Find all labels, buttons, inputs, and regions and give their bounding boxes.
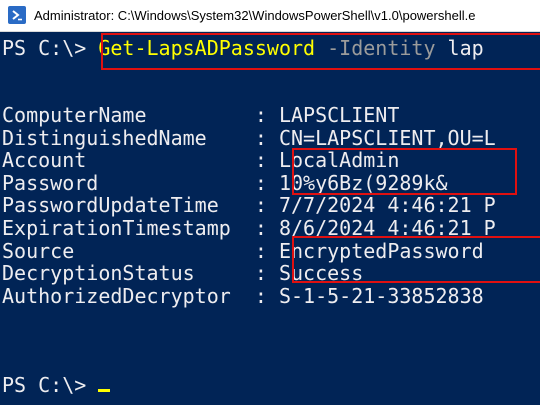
prompt: PS C:\> — [2, 373, 99, 397]
console-output[interactable]: PS C:\> Get-LapsADPassword -Identity lap… — [0, 33, 540, 405]
output-row: AuthorizedDecryptor : S-1-5-21-33852838 — [2, 283, 484, 308]
output-separator: : — [254, 125, 279, 150]
output-row: DistinguishedName : CN=LAPSCLIENT,OU=L — [2, 125, 496, 150]
output-value: LAPSCLIENT — [278, 103, 400, 127]
highlight-box-credentials — [292, 148, 517, 195]
output-separator: : — [254, 193, 279, 218]
output-key: Password — [2, 170, 255, 195]
output-key: DecryptionStatus — [2, 261, 255, 286]
output-value: CN=LAPSCLIENT,OU=L — [278, 125, 496, 150]
window-title: Administrator: C:\Windows\System32\Windo… — [34, 8, 476, 23]
prompt: PS C:\> — [2, 36, 99, 60]
output-row: ComputerName : LAPSCLIENT — [2, 104, 399, 127]
output-separator: : — [254, 103, 279, 127]
output-key: PasswordUpdateTime — [2, 193, 255, 218]
output-row: PasswordUpdateTime : 7/7/2024 4:46:21 P — [2, 194, 496, 217]
output-key: ComputerName — [2, 103, 255, 127]
output-key: ExpirationTimestamp — [2, 216, 255, 240]
output-separator: : — [254, 238, 279, 263]
highlight-box-status — [292, 236, 540, 283]
output-value: S-1-5-21-33852838 — [278, 283, 484, 308]
output-separator: : — [254, 170, 279, 195]
highlight-box-command — [101, 33, 540, 70]
output-separator: : — [254, 216, 279, 240]
output-separator: : — [254, 283, 279, 308]
output-value: 7/7/2024 4:46:21 P — [278, 193, 496, 218]
output-separator: : — [254, 261, 279, 286]
final-prompt-line: PS C:\> — [2, 373, 111, 397]
output-key: Source — [2, 238, 255, 263]
text-cursor — [98, 389, 111, 392]
output-separator: : — [254, 148, 279, 173]
powershell-icon — [8, 6, 26, 24]
window-titlebar: Administrator: C:\Windows\System32\Windo… — [0, 0, 540, 32]
output-key: Account — [2, 148, 255, 173]
output-key: DistinguishedName — [2, 125, 255, 150]
output-key: AuthorizedDecryptor — [2, 283, 255, 308]
